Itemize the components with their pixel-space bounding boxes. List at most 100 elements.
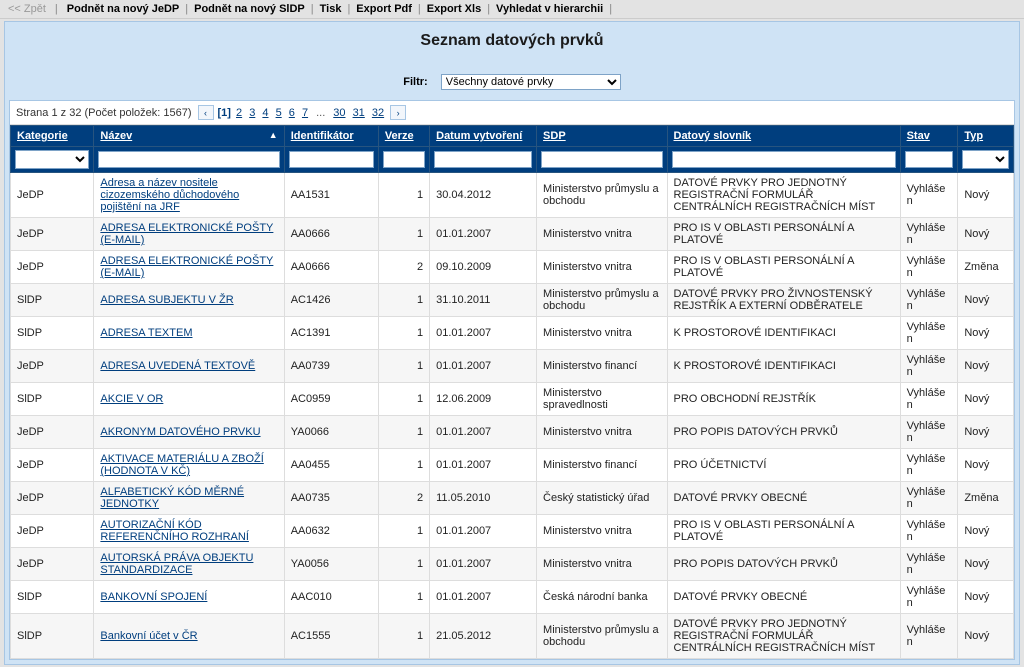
table-cell[interactable]: ADRESA SUBJEKTU V ŽR [94, 284, 284, 317]
table-cell: Ministerstvo průmyslu a obchodu [537, 284, 667, 317]
filter-stav[interactable] [905, 151, 954, 168]
row-link[interactable]: AUTORIZAČNÍ KÓD REFERENČNÍHO ROZHRANÍ [100, 519, 249, 543]
row-link[interactable]: Adresa a název nositele cizozemského důc… [100, 177, 239, 213]
filter-select[interactable]: Všechny datové prvky [441, 74, 621, 90]
table-cell[interactable]: ADRESA ELEKTRONICKÉ POŠTY (E-MAIL) [94, 218, 284, 251]
toolbar-item[interactable]: Vyhledat v hierarchii [492, 2, 607, 16]
table-cell: AA0455 [284, 449, 378, 482]
filter-typ[interactable] [962, 150, 1009, 169]
pager-page[interactable]: 32 [370, 107, 386, 119]
pager-page[interactable]: 31 [351, 107, 367, 119]
table-cell: Vyhlášen [900, 614, 958, 659]
table-cell: Ministerstvo financí [537, 350, 667, 383]
row-link[interactable]: ALFABETICKÝ KÓD MĚRNÉ JEDNOTKY [100, 486, 244, 510]
table-cell: JeDP [11, 548, 94, 581]
table-cell: 1 [378, 548, 429, 581]
table-cell: Ministerstvo vnitra [537, 251, 667, 284]
row-link[interactable]: AKCIE V OR [100, 393, 163, 405]
pager-page[interactable]: 30 [331, 107, 347, 119]
table-cell: Vyhlášen [900, 416, 958, 449]
table-cell: YA0066 [284, 416, 378, 449]
col-header-sdp[interactable]: SDP [537, 126, 667, 147]
pager-page: [1] [218, 107, 231, 119]
filter-datum[interactable] [434, 151, 532, 168]
pager-next-icon[interactable]: › [390, 105, 406, 120]
filter-verze[interactable] [383, 151, 425, 168]
table-cell: 01.01.2007 [430, 317, 537, 350]
filter-label: Filtr: [403, 76, 427, 88]
row-link[interactable]: BANKOVNÍ SPOJENÍ [100, 591, 207, 603]
table-cell[interactable]: ADRESA ELEKTRONICKÉ POŠTY (E-MAIL) [94, 251, 284, 284]
row-link[interactable]: ADRESA ELEKTRONICKÉ POŠTY (E-MAIL) [100, 222, 273, 246]
table-cell: 01.01.2007 [430, 515, 537, 548]
row-link[interactable]: ADRESA SUBJEKTU V ŽR [100, 294, 233, 306]
toolbar-item[interactable]: Export Xls [423, 2, 485, 16]
table-row: SlDPBANKOVNÍ SPOJENÍAAC010101.01.2007Čes… [11, 581, 1014, 614]
table-cell: 11.05.2010 [430, 482, 537, 515]
table-cell: Vyhlášen [900, 350, 958, 383]
table-cell[interactable]: Bankovní účet v ČR [94, 614, 284, 659]
page-title: Seznam datových prvků [9, 32, 1015, 50]
table-cell: SlDP [11, 284, 94, 317]
col-header-typ[interactable]: Typ [958, 126, 1014, 147]
pager-page[interactable]: 6 [287, 107, 297, 119]
table-cell[interactable]: ADRESA UVEDENÁ TEXTOVĚ [94, 350, 284, 383]
table-cell: AC1391 [284, 317, 378, 350]
pager-page[interactable]: 7 [300, 107, 310, 119]
table-cell: Česká národní banka [537, 581, 667, 614]
col-header-kategorie[interactable]: Kategorie [11, 126, 94, 147]
table-cell: PRO ÚČETNICTVÍ [667, 449, 900, 482]
table-cell: PRO IS V OBLASTI PERSONÁLNÍ A PLATOVÉ [667, 515, 900, 548]
row-link[interactable]: ADRESA UVEDENÁ TEXTOVĚ [100, 360, 255, 372]
filter-slovnik[interactable] [672, 151, 896, 168]
table-cell: Český statistický úřad [537, 482, 667, 515]
table-cell[interactable]: ALFABETICKÝ KÓD MĚRNÉ JEDNOTKY [94, 482, 284, 515]
row-link[interactable]: ADRESA ELEKTRONICKÉ POŠTY (E-MAIL) [100, 255, 273, 279]
col-header-slovnik[interactable]: Datový slovník [667, 126, 900, 147]
filter-sdp[interactable] [541, 151, 662, 168]
table-cell: DATOVÉ PRVKY PRO JEDNOTNÝ REGISTRAČNÍ FO… [667, 614, 900, 659]
pager-page[interactable]: 2 [234, 107, 244, 119]
table-cell[interactable]: AKRONYM DATOVÉHO PRVKU [94, 416, 284, 449]
pager-page[interactable]: 5 [274, 107, 284, 119]
table-cell[interactable]: AUTORSKÁ PRÁVA OBJEKTU STANDARDIZACE [94, 548, 284, 581]
table-cell: 31.10.2011 [430, 284, 537, 317]
toolbar-item[interactable]: Tisk [316, 2, 346, 16]
row-link[interactable]: AUTORSKÁ PRÁVA OBJEKTU STANDARDIZACE [100, 552, 253, 576]
filter-kategorie[interactable] [15, 150, 89, 169]
toolbar-separator: | [309, 3, 316, 15]
table-cell: 2 [378, 482, 429, 515]
toolbar-item[interactable]: Podnět na nový SlDP [190, 2, 309, 16]
table-cell[interactable]: AUTORIZAČNÍ KÓD REFERENČNÍHO ROZHRANÍ [94, 515, 284, 548]
col-header-stav[interactable]: Stav [900, 126, 958, 147]
row-link[interactable]: ADRESA TEXTEM [100, 327, 192, 339]
table-cell: Vyhlášen [900, 173, 958, 218]
table-cell: 30.04.2012 [430, 173, 537, 218]
row-link[interactable]: AKRONYM DATOVÉHO PRVKU [100, 426, 260, 438]
table-cell[interactable]: ADRESA TEXTEM [94, 317, 284, 350]
toolbar-item[interactable]: Podnět na nový JeDP [63, 2, 183, 16]
pager-page[interactable]: 3 [247, 107, 257, 119]
toolbar-separator: | [607, 3, 614, 15]
row-link[interactable]: AKTIVACE MATERIÁLU A ZBOŽÍ (HODNOTA V KČ… [100, 453, 263, 477]
table-cell: JeDP [11, 416, 94, 449]
col-header-verze[interactable]: Verze [378, 126, 429, 147]
col-header-identifikator[interactable]: Identifikátor [284, 126, 378, 147]
table-cell[interactable]: AKCIE V OR [94, 383, 284, 416]
table-cell: 01.01.2007 [430, 581, 537, 614]
table-cell: PRO IS V OBLASTI PERSONÁLNÍ A PLATOVÉ [667, 251, 900, 284]
pager-page[interactable]: 4 [260, 107, 270, 119]
table-cell: Změna [958, 482, 1014, 515]
pager-prev-icon[interactable]: ‹ [198, 105, 214, 120]
table-cell[interactable]: Adresa a název nositele cizozemského důc… [94, 173, 284, 218]
row-link[interactable]: Bankovní účet v ČR [100, 630, 197, 642]
toolbar-item[interactable]: Export Pdf [352, 2, 416, 16]
filter-identifikator[interactable] [289, 151, 374, 168]
filter-nazev[interactable] [98, 151, 279, 168]
table-cell: AA0739 [284, 350, 378, 383]
col-header-datum[interactable]: Datum vytvoření [430, 126, 537, 147]
table-cell[interactable]: AKTIVACE MATERIÁLU A ZBOŽÍ (HODNOTA V KČ… [94, 449, 284, 482]
table-cell: Vyhlášen [900, 515, 958, 548]
col-header-nazev[interactable]: Název▲ [94, 126, 284, 147]
table-cell[interactable]: BANKOVNÍ SPOJENÍ [94, 581, 284, 614]
